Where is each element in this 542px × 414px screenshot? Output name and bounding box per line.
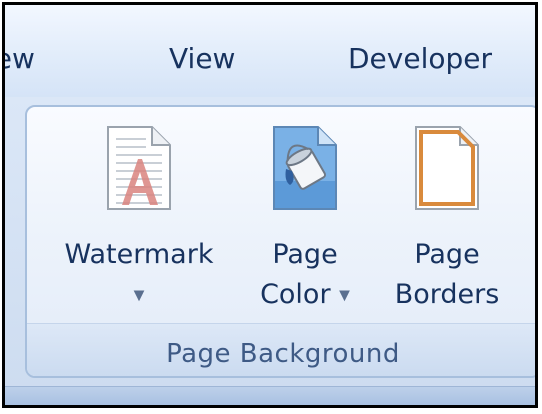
page-color-label-line2: Color ▼: [245, 279, 365, 310]
watermark-dropdown-arrow: ▼: [43, 279, 235, 310]
page-background-group: Watermark ▼ Page Color ▼ Page Borders Pa…: [25, 105, 535, 378]
page-color-label-line1: Page: [272, 239, 338, 270]
watermark-button[interactable]: Watermark ▼: [43, 107, 235, 327]
page-color-button[interactable]: Page Color ▼: [245, 107, 365, 327]
page-color-label-text: Color: [260, 279, 331, 310]
group-footer: Page Background: [27, 323, 535, 376]
tab-developer[interactable]: Developer: [348, 42, 492, 75]
page-borders-label-line2: Borders: [394, 279, 500, 310]
page-borders-label-line1: Page: [414, 239, 480, 270]
chevron-down-icon: ▼: [133, 287, 145, 304]
ribbon-body: Watermark ▼ Page Color ▼ Page Borders Pa…: [5, 97, 535, 397]
tab-review[interactable]: iew: [5, 42, 35, 75]
tab-view[interactable]: View: [169, 42, 235, 75]
page-borders-button[interactable]: Page Borders: [377, 107, 517, 327]
page-color-icon: [270, 125, 340, 215]
watermark-label: Watermark: [64, 239, 214, 270]
page-borders-icon: [412, 125, 482, 215]
ribbon-bottom-strip: [5, 386, 535, 405]
ribbon-tabs: iew View Developer: [5, 5, 535, 100]
watermark-icon: [104, 125, 174, 215]
chevron-down-icon: ▼: [339, 287, 350, 304]
group-title: Page Background: [166, 339, 400, 369]
ribbon-frame: iew View Developer: [2, 2, 538, 408]
